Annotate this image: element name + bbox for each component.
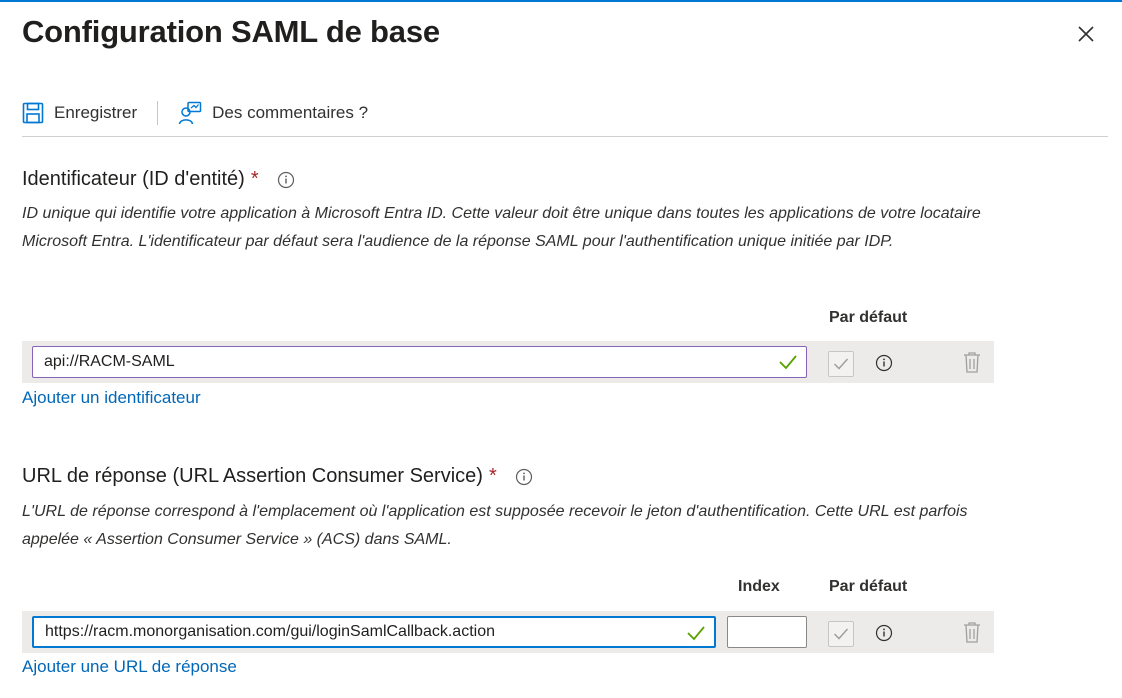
identifier-description: ID unique qui identifie votre applicatio… [22,205,981,250]
reply-url-info-icon[interactable] [515,468,533,486]
save-icon [22,102,44,124]
top-accent-line [0,0,1122,2]
trash-icon [964,352,980,373]
identifier-section-title: Identificateur (ID d'entité) * [22,168,295,191]
reply-url-description: L'URL de réponse correspond à l'emplacem… [22,503,968,548]
command-bar: Enregistrer Des commentaires ? [22,95,368,131]
identifier-default-checkbox[interactable] [828,351,854,377]
feedback-label: Des commentaires ? [212,103,369,122]
reply-url-title-text: URL de réponse (URL Assertion Consumer S… [22,465,483,487]
identifier-title-text: Identificateur (ID d'entité) [22,168,245,190]
reply-url-row: https://racm.monorganisation.com/gui/log… [22,611,994,653]
reply-url-default-checkbox[interactable] [828,621,854,647]
reply-url-default-info-icon[interactable] [875,624,893,647]
feedback-person-icon [178,101,202,125]
identifier-input-value: api://RACM-SAML [44,353,175,370]
identifier-input[interactable]: api://RACM-SAML [32,346,807,378]
reply-url-delete-button[interactable] [962,621,982,648]
trash-icon [964,622,980,643]
save-label: Enregistrer [54,103,138,122]
feedback-button[interactable]: Des commentaires ? [178,95,368,131]
close-button[interactable] [1074,22,1098,46]
reply-url-input[interactable]: https://racm.monorganisation.com/gui/log… [32,616,716,648]
checkmark-icon [833,358,849,370]
identifier-row: api://RACM-SAML [22,341,994,383]
checkmark-icon [833,628,849,640]
reply-url-section-title: URL de réponse (URL Assertion Consumer S… [22,465,533,488]
reply-url-column-default: Par défaut [829,578,908,595]
toolbar-separator [157,101,159,125]
identifier-info-icon[interactable] [277,171,295,189]
valid-check-icon [779,355,797,370]
reply-url-input-value: https://racm.monorganisation.com/gui/log… [45,623,495,640]
toolbar-divider [22,136,1108,137]
reply-url-column-index: Index [738,578,780,595]
identifier-delete-button[interactable] [962,351,982,378]
identifier-column-default: Par défaut [829,309,908,326]
add-reply-url-link[interactable]: Ajouter une URL de réponse [22,657,237,677]
reply-url-index-input[interactable] [727,616,807,648]
valid-check-icon [687,626,705,641]
add-identifier-link[interactable]: Ajouter un identificateur [22,388,201,408]
save-button[interactable]: Enregistrer [22,95,137,131]
required-mark: * [488,465,497,487]
identifier-default-info-icon[interactable] [875,354,893,377]
close-icon [1078,26,1094,42]
page-title: Configuration SAML de base [22,14,440,49]
required-mark: * [250,168,259,190]
